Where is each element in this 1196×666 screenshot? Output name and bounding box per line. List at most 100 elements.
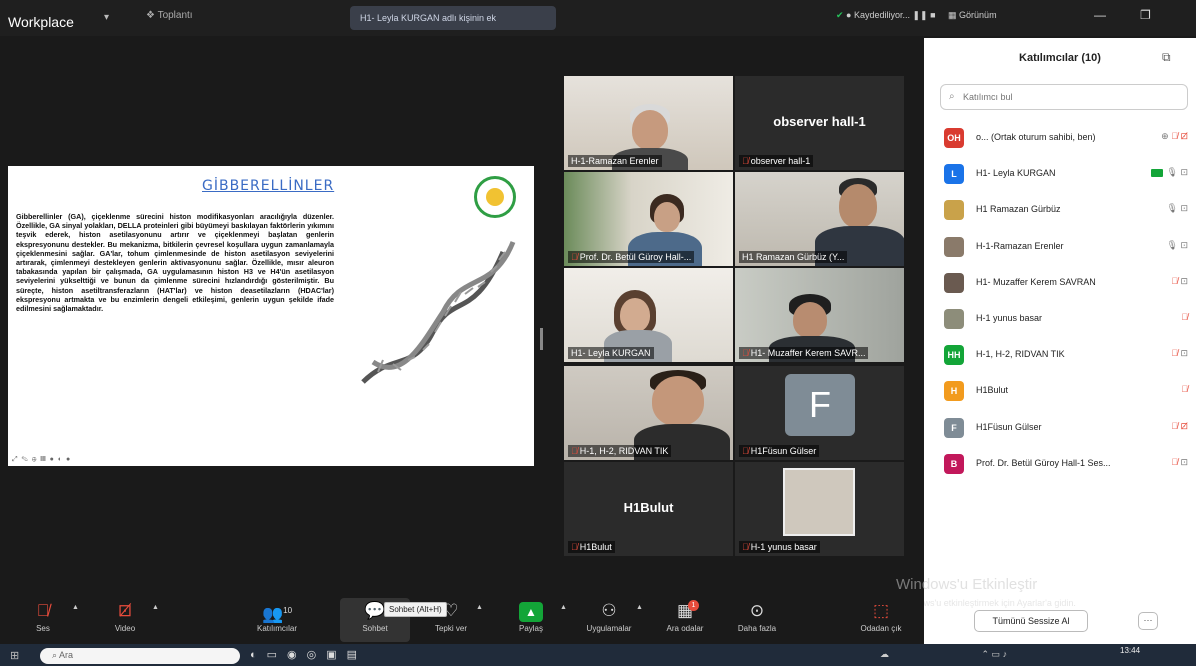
status-icons: 🎙̸ <box>1181 312 1188 322</box>
participant-row[interactable]: OH o... (Ortak oturum sahibi, ben) ⊕ 🎙̸ … <box>938 120 1190 156</box>
shared-slide: GİBBERELLİNLER Gibberellinler (GA), çiçe… <box>8 166 534 466</box>
video-grid: H-1-Ramazan Erenler observer hall-1 🎙̸ ob… <box>564 76 906 556</box>
avatar: F <box>944 417 964 438</box>
avatar: L <box>944 164 964 185</box>
avatar <box>944 272 964 293</box>
activation-watermark-title: Windows'u Etkinleştir <box>896 576 1038 593</box>
mic-muted-icon: 🎙̸ <box>571 542 578 552</box>
participant-row[interactable]: H1 Ramazan Gürbüz 🎙 ⊡ <box>938 192 1190 228</box>
dna-helix-image <box>361 241 516 384</box>
participant-name-label: 🎙̸ H-1, H-2, RIDVAN TIK <box>568 445 672 457</box>
chevron-down-icon[interactable]: ▾ <box>104 12 109 23</box>
button-label: Tepki ver <box>434 624 467 633</box>
participant-row[interactable]: HH H-1, H-2, RIDVAN TIK 🎙̸ ⊡ <box>938 337 1190 373</box>
status-icons: 🎙 ⊡ <box>1150 167 1188 178</box>
breakout-rooms-button[interactable]: ▦ Ara odalar <box>650 598 720 642</box>
meeting-menu[interactable]: ❖ Toplantı <box>146 10 193 21</box>
video-button[interactable]: ⊡̸ Video ▲ <box>90 598 160 642</box>
video-icon: ⊡ <box>1180 239 1188 250</box>
more-options-button[interactable]: ··· <box>1138 612 1158 630</box>
caret-up-icon[interactable]: ▲ <box>560 604 567 611</box>
search-input[interactable] <box>963 89 1163 105</box>
video-icon: ⊡ <box>1180 348 1188 359</box>
caret-up-icon[interactable]: ▲ <box>152 604 159 611</box>
windows-start-icon[interactable]: ⊞ <box>10 649 19 662</box>
university-logo <box>474 176 516 218</box>
exit-icon: ⬚ <box>872 601 890 620</box>
participant-name: o... (Ortak oturum sahibi, ben) <box>976 132 1096 142</box>
maximize-icon[interactable]: ❐ <box>1140 8 1151 22</box>
share-tab-label: H1- Leyla KURGAN adlı kişinin ek <box>360 13 497 23</box>
view-label: Görünüm <box>959 10 997 20</box>
participant-row[interactable]: H1- Muzaffer Kerem SAVRAN 🎙̸ ⊡ <box>938 265 1190 301</box>
participant-name-label: 🎙̸ H-1 yunus basar <box>739 541 820 553</box>
participants-panel: Katılımcılar (10) ⧉ ⌕ OH o... (Ortak otu… <box>924 38 1196 644</box>
slide-body: Gibberellinler (GA), çiçeklenme sürecini… <box>16 212 334 314</box>
video-tile[interactable]: H-1-Ramazan Erenler <box>564 76 733 170</box>
mute-all-button[interactable]: Tümünü Sessize Al <box>974 610 1088 632</box>
status-icons: 🎙̸ ⊡ <box>1171 457 1188 468</box>
status-icons: 🎙̸ ⊡ <box>1171 276 1188 287</box>
video-tile[interactable]: 🎙̸ Prof. Dr. Betül Güroy Hall-... <box>564 172 733 266</box>
audio-button[interactable]: 🎙̸ Ses ▲ <box>8 598 79 642</box>
mic-muted-icon: 🎙̸ <box>742 156 749 166</box>
video-tile-active-speaker[interactable]: H1- Leyla KURGAN <box>564 268 733 362</box>
participant-row[interactable]: B Prof. Dr. Betül Güroy Hall-1 Ses... 🎙̸… <box>938 446 1190 482</box>
caret-up-icon[interactable]: ▲ <box>636 604 643 611</box>
slide-annotation-tools[interactable]: ⤢ ✎ ⊕ ▦ ● ◐ ● <box>12 456 71 464</box>
share-screen-icon: ▲ <box>496 598 566 624</box>
chat-tooltip: Sohbet (Alt+H) <box>384 602 447 617</box>
participant-search[interactable]: ⌕ <box>940 84 1188 110</box>
taskbar-apps[interactable]: ◐▭◉◎▣▤ <box>250 648 367 661</box>
participant-row[interactable]: H-1-Ramazan Erenler 🎙 ⊡ <box>938 229 1190 265</box>
avatar <box>944 236 964 257</box>
app-name: Workplace <box>8 14 74 30</box>
video-tile[interactable]: 🎙̸ H1- Muzaffer Kerem SAVR... <box>735 268 904 362</box>
screen-share-icon <box>1150 168 1163 177</box>
splitter-handle[interactable] <box>540 328 543 350</box>
avatar: OH <box>944 128 964 148</box>
status-icons: 🎙̸ ⊡ <box>1171 348 1188 359</box>
mic-muted-icon: 🎙̸ <box>571 446 578 456</box>
participant-row[interactable]: L H1- Leyla KURGAN 🎙 ⊡ <box>938 156 1190 192</box>
recording-label: Kaydediliyor... <box>853 10 911 20</box>
video-tile[interactable]: 🎙̸ H-1, H-2, RIDVAN TIK <box>564 366 733 460</box>
apps-button[interactable]: ⚇ Uygulamalar ▲ <box>574 598 644 642</box>
share-button[interactable]: ▲ Paylaş ▲ <box>496 598 567 642</box>
leave-button[interactable]: ⬚ Odadan çık <box>846 598 916 642</box>
participants-button[interactable]: 👥10 Katılımcılar <box>242 598 312 642</box>
participant-row[interactable]: H-1 yunus basar 🎙̸ <box>938 301 1190 337</box>
mic-muted-icon: 🎙̸ <box>1171 420 1178 431</box>
taskbar-search[interactable]: ⌕ Ara <box>40 648 240 664</box>
apps-icon: ⚇ <box>601 601 617 620</box>
caret-up-icon[interactable]: ▲ <box>72 604 79 611</box>
status-icons: 🎙̸ <box>1181 384 1188 394</box>
mic-muted-icon: 🎙̸ <box>742 542 749 552</box>
recording-status[interactable]: ✔ ● Kaydediliyor... ❚❚ ■ ▦ Görünüm <box>836 10 997 21</box>
video-tile[interactable]: observer hall-1 🎙̸ observer hall-1 <box>735 76 904 170</box>
people-icon: 👥10 <box>261 604 293 624</box>
participant-big-name: H1Bulut <box>623 500 674 515</box>
more-button[interactable]: ⊙ Daha fazla <box>722 598 792 642</box>
video-off-icon: ⊡̸ <box>1180 131 1188 141</box>
panel-title: Katılımcılar (10) <box>1019 52 1101 64</box>
share-tab[interactable]: H1- Leyla KURGAN adlı kişinin ek <box>350 6 556 30</box>
minimize-icon[interactable]: — <box>1094 8 1106 22</box>
video-off-icon: ⊡̸ <box>117 601 133 620</box>
video-tile[interactable]: 🎙̸ H-1 yunus basar <box>735 462 904 556</box>
participant-name-label: 🎙̸ H1Füsun Gülser <box>739 445 820 457</box>
participant-row[interactable]: F H1Füsun Gülser 🎙̸ ⊡̸ <box>938 410 1190 446</box>
activation-watermark-text: Windows'u etkinleştirmek için Ayarlar'a … <box>898 598 1076 608</box>
participant-name-label: 🎙̸ H1Bulut <box>568 541 615 553</box>
status-icons: 🎙̸ ⊡̸ <box>1171 421 1188 432</box>
participant-name: H1- Leyla KURGAN <box>976 168 1056 179</box>
caret-up-icon[interactable]: ▲ <box>476 604 483 611</box>
system-tray[interactable]: ☁ ⌃ ▭ ♪ <box>880 649 1007 660</box>
participant-row[interactable]: H H1Bulut 🎙̸ <box>938 373 1190 409</box>
video-tile[interactable]: F 🎙̸ H1Füsun Gülser <box>735 366 904 460</box>
video-off-icon: ⊡̸ <box>1180 420 1188 431</box>
more-icon: ⊙ <box>749 601 765 620</box>
video-tile[interactable]: H1Bulut 🎙̸ H1Bulut <box>564 462 733 556</box>
video-tile[interactable]: H1 Ramazan Gürbüz (Y... <box>735 172 904 266</box>
popout-icon[interactable]: ⧉ <box>1162 50 1171 65</box>
